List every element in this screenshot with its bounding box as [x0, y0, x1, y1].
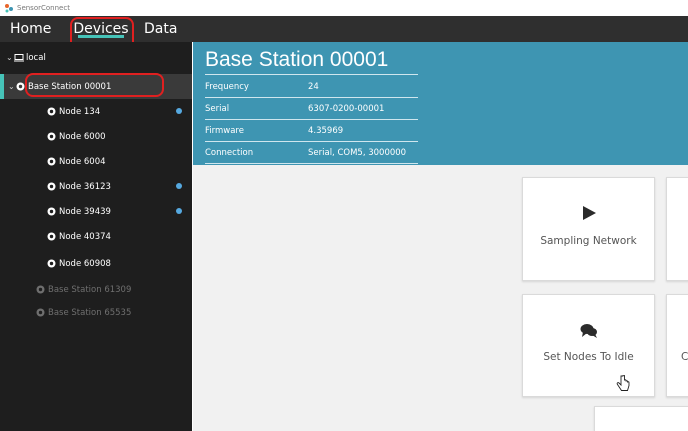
- info-value: 24: [308, 81, 319, 92]
- tree-item-node-60908[interactable]: Node 60908: [0, 251, 192, 276]
- tree-item-label: local: [26, 52, 46, 63]
- chevron-down-icon: ⌄: [6, 53, 13, 62]
- tree-item-label: Base Station 61309: [48, 284, 132, 295]
- tree-item-base-station-61309[interactable]: Base Station 61309: [0, 277, 192, 302]
- radio-icon: [47, 207, 59, 216]
- info-row-frequency: Frequency 24: [205, 76, 418, 98]
- radio-icon: [36, 308, 48, 317]
- tree-item-label: Node 6000: [59, 131, 106, 142]
- action-card-partial-3[interactable]: [594, 406, 688, 431]
- device-title: Base Station 00001: [205, 48, 389, 71]
- radio-icon: [47, 107, 59, 116]
- tree-item-node-36123[interactable]: Node 36123: [0, 174, 192, 199]
- tree-item-label: Node 39439: [59, 206, 111, 217]
- active-tab-indicator: [78, 35, 124, 38]
- info-value: Serial, COM5, 3000000: [308, 147, 407, 158]
- info-value: 6307-0200-00001: [308, 103, 385, 114]
- info-row-serial: Serial 6307-0200-00001: [205, 98, 418, 120]
- status-dot: [176, 208, 182, 214]
- tree-item-base-station-65535[interactable]: Base Station 65535: [0, 300, 192, 325]
- tree-item-label: Node 6004: [59, 156, 106, 167]
- tree-item-label: Node 60908: [59, 258, 111, 269]
- tab-home[interactable]: Home: [10, 16, 62, 42]
- chat-bubbles-icon: [580, 324, 597, 338]
- radio-icon: [47, 157, 59, 166]
- radio-icon: [47, 259, 59, 268]
- hand-cursor-icon: [616, 375, 630, 391]
- card-label: C: [681, 351, 688, 363]
- sampling-network-button[interactable]: Sampling Network: [522, 177, 655, 281]
- radio-icon: [16, 82, 28, 91]
- radio-icon: [47, 232, 59, 241]
- info-row-firmware: Firmware 4.35969: [205, 120, 418, 142]
- radio-icon: [36, 285, 48, 294]
- window-titlebar: SensorConnect: [0, 0, 688, 16]
- info-label: Connection: [205, 147, 254, 158]
- tree-item-label: Base Station 65535: [48, 307, 132, 318]
- tree-item-node-40374[interactable]: Node 40374: [0, 224, 192, 249]
- title-divider: [205, 74, 418, 75]
- info-label: Firmware: [205, 125, 244, 136]
- tree-item-node-39439[interactable]: Node 39439: [0, 199, 192, 224]
- tree-item-node-6004[interactable]: Node 6004: [0, 149, 192, 174]
- tree-item-node-134[interactable]: Node 134: [0, 99, 192, 124]
- device-header-panel: Base Station 00001 Frequency 24 Serial 6…: [193, 42, 688, 165]
- status-dot: [176, 183, 182, 189]
- status-dot: [176, 108, 182, 114]
- main-nav-bar: Home Devices Data: [0, 16, 688, 42]
- info-value: 4.35969: [308, 125, 344, 136]
- tab-devices[interactable]: Devices: [70, 16, 132, 42]
- info-row-connection: Connection Serial, COM5, 3000000: [205, 142, 418, 164]
- action-card-partial[interactable]: [666, 177, 688, 281]
- tree-item-label: Node 134: [59, 106, 101, 117]
- set-nodes-to-idle-button[interactable]: Set Nodes To Idle: [522, 294, 655, 397]
- card-label: Set Nodes To Idle: [543, 351, 634, 363]
- tree-item-node-6000[interactable]: Node 6000: [0, 124, 192, 149]
- radio-icon: [47, 132, 59, 141]
- device-tree-sidebar: ⌄ local ⌄ Base Station 00001 Node 134 No…: [0, 42, 192, 431]
- action-card-partial-2[interactable]: C: [666, 294, 688, 397]
- computer-icon: [14, 53, 26, 62]
- tree-item-base-station-00001[interactable]: ⌄ Base Station 00001: [0, 74, 192, 99]
- info-label: Serial: [205, 103, 230, 114]
- chevron-down-icon: ⌄: [8, 82, 15, 91]
- sensorconnect-logo-icon: [5, 4, 13, 13]
- tab-data[interactable]: Data: [144, 16, 184, 42]
- window-title: SensorConnect: [17, 4, 70, 12]
- card-label: Sampling Network: [540, 235, 637, 247]
- radio-icon: [47, 182, 59, 191]
- play-icon: [583, 206, 596, 220]
- tree-item-label: Base Station 00001: [28, 81, 112, 92]
- info-label: Frequency: [205, 81, 249, 92]
- tree-item-local[interactable]: ⌄ local: [0, 45, 192, 70]
- tree-item-label: Node 40374: [59, 231, 111, 242]
- tree-item-label: Node 36123: [59, 181, 111, 192]
